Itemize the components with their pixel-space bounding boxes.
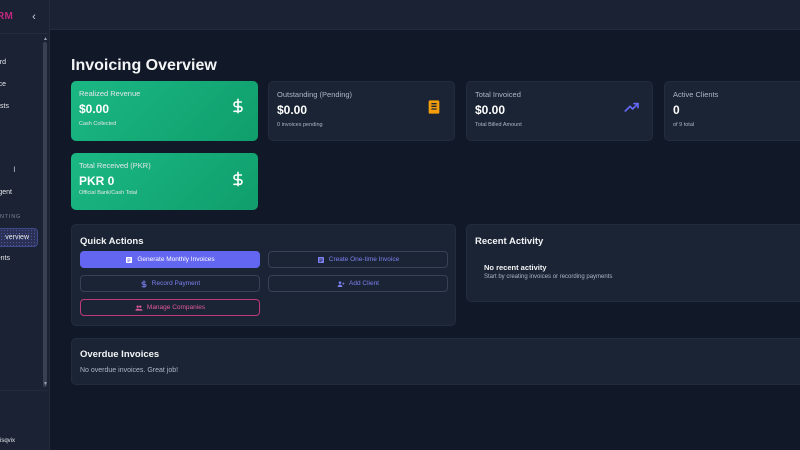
top-bar <box>50 0 800 30</box>
generate-monthly-invoices-button[interactable]: Generate Monthly Invoices <box>80 251 260 268</box>
add-client-button[interactable]: Add Client <box>268 275 448 292</box>
stat-card-active-clients: Active Clients 0 of 9 total <box>664 81 800 141</box>
sidebar-item-l[interactable]: l <box>0 162 19 180</box>
user-name[interactable]: isqvix <box>0 438 15 444</box>
sidebar-item-agent[interactable]: agent <box>0 184 16 202</box>
invoice-icon <box>317 256 324 263</box>
stat-sub: 0 invoices pending <box>277 122 323 128</box>
button-label: Add Client <box>349 280 379 287</box>
sidebar-item-label: ce <box>0 81 6 88</box>
dollar-icon <box>233 98 243 114</box>
panel-title: Overdue Invoices <box>80 349 160 360</box>
manage-companies-button[interactable]: Manage Companies <box>80 299 260 316</box>
sidebar-item-label: agent <box>0 189 12 196</box>
brand-logo: RM <box>0 11 14 22</box>
sidebar-item-requests[interactable]: sts <box>0 98 13 116</box>
recent-activity-panel: Recent Activity No recent activity Start… <box>466 224 800 302</box>
page-title: Invoicing Overview <box>71 57 217 74</box>
stat-label: Active Clients <box>673 90 719 99</box>
panel-title: Quick Actions <box>80 236 144 247</box>
overdue-invoices-panel: Overdue Invoices No overdue invoices. Gr… <box>71 338 800 385</box>
button-label: Manage Companies <box>146 304 206 311</box>
stat-card-outstanding: Outstanding (Pending) $0.00 0 invoices p… <box>268 81 455 141</box>
invoice-icon <box>126 256 133 263</box>
quick-actions-panel: Quick Actions Generate Monthly Invoices … <box>71 224 456 326</box>
sidebar-section-accounting: NTING <box>0 214 22 220</box>
stat-card-realized-revenue: Realized Revenue $0.00 Cash Collected <box>71 81 258 141</box>
sidebar-item-invoicing-overview[interactable]: verview <box>0 228 38 247</box>
sidebar-item-label: rd <box>0 59 6 66</box>
sidebar-item-payments[interactable]: ents <box>0 250 14 268</box>
stat-card-total-received: Total Received (PKR) PKR 0 Official Bank… <box>71 153 258 210</box>
chevron-left-icon[interactable]: ‹ <box>28 10 40 24</box>
sidebar-footer: isqvix <box>0 390 49 450</box>
dollar-icon <box>141 279 147 288</box>
dollar-icon <box>233 171 243 187</box>
sidebar-item-invoice[interactable]: ce <box>0 76 10 94</box>
record-payment-button[interactable]: Record Payment <box>80 275 260 292</box>
stat-value: $0.00 <box>79 102 110 116</box>
stat-value: PKR 0 <box>79 174 115 188</box>
trending-up-icon <box>624 102 639 112</box>
empty-state-title: No recent activity <box>484 263 547 272</box>
receipt-icon <box>428 100 440 114</box>
stat-label: Realized Revenue <box>79 89 141 98</box>
stat-card-total-invoiced: Total Invoiced $0.00 Total Billed Amount <box>466 81 653 141</box>
stat-sub: Total Billed Amount <box>475 122 522 128</box>
stat-value: 0 <box>673 103 680 117</box>
scroll-down-icon[interactable]: ▼ <box>43 382 48 387</box>
sidebar-header: RM ‹ <box>0 0 49 34</box>
panel-title: Recent Activity <box>475 236 544 247</box>
stat-sub: Official Bank/Cash Total <box>79 190 138 196</box>
scroll-up-icon[interactable]: ▲ <box>43 37 48 42</box>
stat-label: Outstanding (Pending) <box>277 90 353 99</box>
create-one-time-invoice-button[interactable]: Create One-time Invoice <box>268 251 448 268</box>
button-label: Generate Monthly Invoices <box>137 256 215 263</box>
overdue-message: No overdue invoices. Great job! <box>80 367 179 374</box>
button-label: Create One-time Invoice <box>328 256 400 263</box>
stat-sub: Cash Collected <box>79 121 117 127</box>
sidebar-item-label: ents <box>0 255 10 262</box>
sidebar: RM ‹ rd ce sts l agent NTING verview ent… <box>0 0 50 450</box>
sidebar-scrollbar[interactable] <box>43 42 47 387</box>
stat-label: Total Invoiced <box>475 90 521 99</box>
empty-state-message: Start by creating invoices or recording … <box>484 274 613 280</box>
stat-value: $0.00 <box>277 103 308 117</box>
sidebar-item-label: l <box>13 167 15 174</box>
stat-value: $0.00 <box>475 103 506 117</box>
stat-label: Total Received (PKR) <box>79 161 151 170</box>
sidebar-item-label: sts <box>0 103 9 110</box>
users-icon <box>135 305 143 311</box>
sidebar-item-dashboard[interactable]: rd <box>0 54 10 72</box>
user-plus-icon <box>337 280 345 287</box>
stat-sub: of 9 total <box>673 122 695 128</box>
button-label: Record Payment <box>151 280 201 287</box>
sidebar-item-label: verview <box>5 234 29 241</box>
